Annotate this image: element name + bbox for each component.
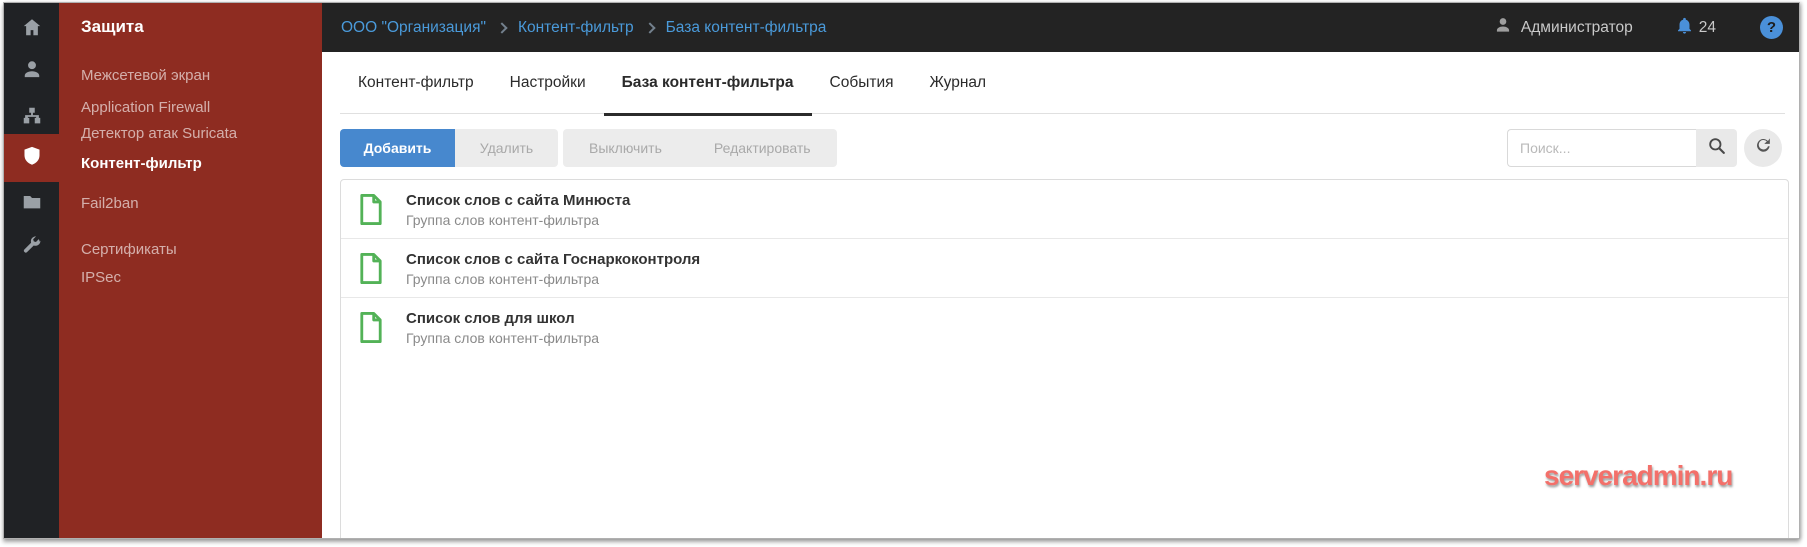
- tab-settings[interactable]: Настройки: [492, 52, 604, 114]
- folder-icon: [21, 191, 43, 218]
- delete-button[interactable]: Удалить: [455, 129, 558, 167]
- icon-rail: [4, 3, 59, 538]
- sidebar-item-app-firewall[interactable]: Application Firewall: [81, 97, 210, 119]
- refresh-icon: [1754, 136, 1773, 160]
- shield-icon: [21, 145, 43, 172]
- sidebar-item-ipsec[interactable]: IPSec: [81, 267, 121, 289]
- rail-item-files[interactable]: [4, 181, 59, 227]
- list-item-subtitle: Группа слов контент-фильтра: [406, 271, 600, 287]
- question-mark-icon: ?: [1766, 19, 1777, 36]
- search-icon: [1707, 136, 1727, 161]
- list-item[interactable]: Список слов с сайта Минюста Группа слов …: [341, 180, 1788, 239]
- sidebar-section-title: Защита: [81, 17, 144, 36]
- rail-item-users[interactable]: [4, 48, 59, 94]
- rail-item-security[interactable]: [4, 134, 59, 182]
- add-button[interactable]: Добавить: [340, 129, 455, 167]
- topbar-right: Администратор 24 ?: [1493, 15, 1783, 40]
- breadcrumb: ООО "Организация" Контент-фильтр База ко…: [341, 19, 826, 37]
- chevron-right-icon: [643, 22, 656, 34]
- user-icon: [1493, 15, 1513, 40]
- sidebar: Защита Межсетевой экран Application Fire…: [59, 3, 322, 538]
- breadcrumb-filter-base[interactable]: База контент-фильтра: [666, 19, 827, 37]
- sidebar-item-firewall[interactable]: Межсетевой экран: [81, 65, 210, 87]
- search-area: [1507, 129, 1782, 167]
- file-icon: [358, 311, 384, 349]
- sidebar-item-content-filter[interactable]: Контент-фильтр: [81, 153, 202, 175]
- help-button[interactable]: ?: [1760, 16, 1783, 39]
- home-icon: [21, 16, 43, 43]
- list-item[interactable]: Список слов для школ Группа слов контент…: [341, 298, 1788, 357]
- list-item[interactable]: Список слов с сайта Госнаркоконтроля Гру…: [341, 239, 1788, 298]
- wrench-icon: [21, 235, 43, 262]
- toolbar: Добавить Удалить Выключить Редактировать: [340, 129, 1782, 167]
- sidebar-item-fail2ban[interactable]: Fail2ban: [81, 193, 139, 215]
- screenshot-stage: Защита Межсетевой экран Application Fire…: [0, 0, 1807, 547]
- sidebar-item-suricata[interactable]: Детектор атак Suricata: [81, 123, 237, 145]
- list-item-subtitle: Группа слов контент-фильтра: [406, 212, 600, 228]
- list-item-title: Список слов для школ: [406, 310, 575, 327]
- tab-events[interactable]: События: [812, 52, 912, 114]
- edit-button[interactable]: Редактировать: [688, 129, 837, 167]
- app-window: Защита Межсетевой экран Application Fire…: [3, 2, 1800, 539]
- chevron-right-icon: [496, 22, 508, 34]
- refresh-button[interactable]: [1744, 129, 1782, 167]
- watermark: serveradmin.ru: [1544, 460, 1733, 491]
- tab-journal[interactable]: Журнал: [912, 52, 1005, 114]
- main-content: Контент-фильтр Настройки База контент-фи…: [322, 52, 1799, 538]
- notification-count: 24: [1698, 18, 1716, 36]
- rail-item-dashboard[interactable]: [4, 6, 59, 52]
- search-button[interactable]: [1696, 129, 1737, 167]
- search-input[interactable]: [1507, 129, 1696, 167]
- topbar: ООО "Организация" Контент-фильтр База ко…: [322, 3, 1799, 52]
- bell-icon: [1675, 16, 1694, 40]
- user-label: Администратор: [1520, 18, 1633, 36]
- user-menu[interactable]: Администратор: [1493, 15, 1633, 40]
- toolbar-button-group: Выключить Редактировать: [563, 129, 837, 167]
- list-item-title: Список слов с сайта Минюста: [406, 192, 631, 209]
- disable-button[interactable]: Выключить: [563, 129, 688, 167]
- breadcrumb-content-filter[interactable]: Контент-фильтр: [518, 19, 634, 37]
- tab-content-filter[interactable]: Контент-фильтр: [340, 52, 492, 114]
- list-item-title: Список слов с сайта Госнаркоконтроля: [406, 251, 701, 268]
- notifications-button[interactable]: 24: [1675, 16, 1716, 40]
- file-icon: [358, 252, 384, 290]
- sidebar-item-certificates[interactable]: Сертификаты: [81, 239, 177, 261]
- tab-bar: Контент-фильтр Настройки База контент-фи…: [340, 52, 1785, 116]
- network-icon: [21, 105, 43, 132]
- breadcrumb-organization[interactable]: ООО "Организация": [341, 19, 486, 37]
- file-icon: [358, 193, 384, 231]
- list-item-subtitle: Группа слов контент-фильтра: [406, 330, 600, 346]
- tab-filter-base[interactable]: База контент-фильтра: [603, 52, 812, 116]
- rail-item-services[interactable]: [4, 225, 59, 271]
- users-icon: [21, 58, 43, 85]
